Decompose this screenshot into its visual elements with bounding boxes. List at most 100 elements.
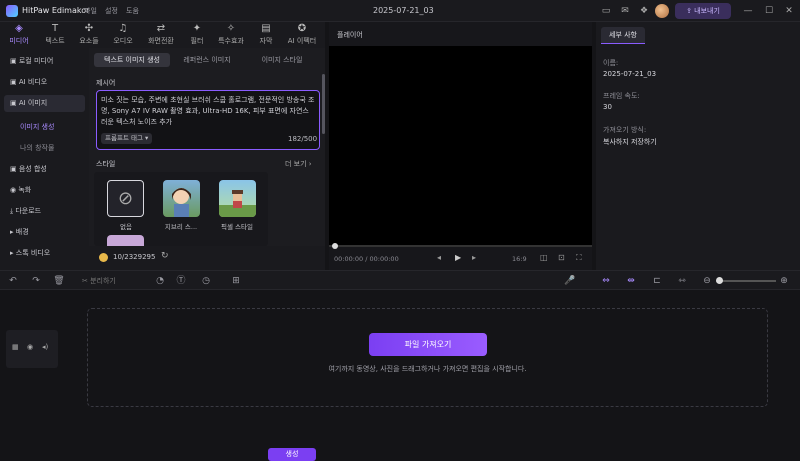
tool-media[interactable]: ◈ 미디어: [4, 22, 34, 48]
generate-button[interactable]: 생성: [268, 448, 316, 461]
split-button[interactable]: ✂ 분리하기: [82, 274, 136, 288]
prompt-tag-dropdown[interactable]: 프롬프트 태그 ▾: [101, 133, 153, 144]
delete-icon[interactable]: 🗑: [52, 274, 66, 288]
filter-icon: ✦: [192, 23, 202, 34]
subtitle-icon: ▤: [261, 23, 271, 34]
refresh-icon[interactable]: ↻: [161, 251, 169, 261]
style-ghibli-label: 지브리 스...: [164, 223, 198, 231]
fps-label: 프레임 속도:: [603, 92, 640, 100]
zoom-in-icon[interactable]: ⊕: [777, 274, 791, 288]
transition-icon: ⇄: [156, 23, 166, 34]
menu-file[interactable]: 파일: [84, 6, 97, 16]
next-frame-icon[interactable]: ▸: [472, 253, 476, 262]
video-canvas[interactable]: [329, 46, 592, 246]
split-label: 분리하기: [90, 277, 116, 285]
prompt-text: 미소 짓는 모습, 주변에 초현실 브러쉬 스쿱 홀로그램, 전문적인 방송국 …: [101, 96, 315, 126]
fullscreen-icon[interactable]: ⛶: [576, 253, 582, 263]
tool-effects[interactable]: ✧ 특수효과: [213, 22, 249, 48]
tool-elements[interactable]: ✣ 요소들: [74, 22, 104, 48]
freeze-icon[interactable]: ◔: [153, 274, 167, 288]
redo-icon[interactable]: ↷: [29, 274, 43, 288]
tool-audio-label: 오디오: [113, 37, 133, 45]
tool-elements-label: 요소들: [79, 37, 99, 45]
microphone-icon[interactable]: 🎤: [563, 274, 577, 288]
maximize-icon[interactable]: ☐: [762, 4, 776, 18]
tool-ai-effector[interactable]: ✪ AI 이펙터: [283, 22, 321, 48]
sidebar-item-local-media[interactable]: ▣ 로컬 미디어: [4, 53, 85, 70]
media-drop-zone[interactable]: [87, 308, 768, 407]
track-visibility-icon[interactable]: ◉: [27, 343, 33, 351]
minimize-icon[interactable]: —: [741, 4, 755, 18]
import-mode-label: 가져오기 방식:: [603, 126, 647, 134]
sidebar-item-ai-image[interactable]: ▣ AI 이미지: [4, 95, 85, 112]
menu-settings[interactable]: 설정: [105, 6, 118, 16]
track-audio-icon[interactable]: ◂): [42, 343, 48, 351]
sidebar-item-background[interactable]: ▸ 배경: [4, 224, 85, 241]
feedback-icon[interactable]: ✉: [618, 4, 632, 18]
tool-text[interactable]: T 텍스트: [40, 22, 70, 48]
tool-subtitle[interactable]: ▤ 자막: [253, 22, 279, 48]
crop-icon[interactable]: ⊡: [558, 253, 565, 262]
tab-image-style[interactable]: 이미지 스타일: [245, 53, 319, 67]
progress-track[interactable]: [329, 245, 592, 247]
sidebar-item-voice[interactable]: ▣ 음성 합성: [4, 161, 85, 178]
fit-icon[interactable]: ⇿: [675, 274, 689, 288]
sidebar-item-record[interactable]: ◉ 녹화: [4, 182, 85, 199]
tab-reference-image[interactable]: 레퍼런스 이미지: [173, 53, 241, 67]
name-value: 2025-07-21_03: [603, 70, 657, 78]
tool-filter-label: 필터: [190, 37, 204, 45]
magnet-icon[interactable]: ⇔: [599, 274, 613, 288]
speed-icon[interactable]: ◷: [199, 274, 213, 288]
more-link[interactable]: 더 보기 ›: [285, 159, 312, 169]
time-display: 00:00:00 / 00:00:00: [334, 255, 399, 263]
zoom-slider[interactable]: [716, 280, 776, 282]
drop-hint: 여기까지 동영상, 사진을 드래그하거나 가져오면 편집을 시작합니다.: [328, 365, 527, 373]
sidebar-item-ai-video[interactable]: ▣ AI 비디오: [4, 74, 85, 91]
sidebar-item-stock-video[interactable]: ▸ 스톡 비디오: [4, 245, 85, 262]
style-next-thumbnail[interactable]: [107, 235, 144, 246]
properties-panel: 세부 사항 이름: 2025-07-21_03 프레임 속도: 30 가져오기 …: [596, 22, 800, 270]
prev-frame-icon[interactable]: ◂: [437, 253, 441, 262]
tool-transition-label: 화면전환: [148, 37, 174, 45]
credit-count: 10/2329295: [113, 253, 156, 261]
play-icon[interactable]: ▶: [455, 253, 461, 262]
tool-audio[interactable]: ♫ 오디오: [108, 22, 138, 48]
zoom-out-icon[interactable]: ⊖: [700, 274, 714, 288]
link-icon[interactable]: ⇹: [624, 274, 638, 288]
panel-scrollbar[interactable]: [322, 74, 325, 134]
prompt-tag-label: 프롬프트 태그: [105, 134, 143, 142]
import-file-button[interactable]: 파일 가져오기: [369, 333, 487, 356]
sidebar-item-label: 녹화: [18, 186, 32, 194]
zoom-slider-handle[interactable]: [716, 277, 723, 284]
tab-details[interactable]: 세부 사항: [601, 27, 645, 43]
menu-help[interactable]: 도움: [126, 6, 139, 16]
sidebar-sub-my-creations[interactable]: 나의 창작물: [20, 143, 54, 153]
close-icon[interactable]: ✕: [782, 4, 796, 18]
style-pixel[interactable]: [219, 180, 256, 217]
tool-filter[interactable]: ✦ 필터: [184, 22, 210, 48]
tool-transition[interactable]: ⇄ 화면전환: [143, 22, 179, 48]
text-tool-icon[interactable]: Ⓣ: [174, 274, 188, 288]
tab-text-to-image[interactable]: 텍스트 이미지 생성: [94, 53, 170, 67]
sidebar-item-label: AI 비디오: [18, 78, 48, 86]
snapshot-icon[interactable]: ◫: [540, 253, 548, 262]
tool-media-label: 미디어: [9, 37, 29, 45]
playhead-handle[interactable]: [332, 243, 338, 249]
export-button[interactable]: ⇪ 내보내기: [675, 3, 731, 19]
sidebar-sub-image-generate[interactable]: 이미지 생성: [20, 122, 54, 132]
track-thumbnail-icon[interactable]: ▦: [12, 343, 19, 351]
aspect-ratio[interactable]: 16:9: [512, 255, 527, 263]
pip-icon[interactable]: ⊏: [650, 274, 664, 288]
media-toolbar: ◈ 미디어 T 텍스트 ✣ 요소들 ♫ 오디오 ⇄ 화면전환 ✦ 필터 ✧ 특수효과 ▤ 자막 …: [0, 22, 325, 48]
style-ghibli[interactable]: [163, 180, 200, 217]
gift-icon[interactable]: ❖: [637, 4, 651, 18]
layout-icon[interactable]: ▭: [599, 4, 613, 18]
title-bar: HitPaw Edimakor 파일 설정 도움 2025-07-21_03 ▭…: [0, 0, 800, 22]
fps-value: 30: [603, 103, 612, 111]
avatar[interactable]: [655, 4, 669, 18]
style-none[interactable]: ⊘: [107, 180, 144, 217]
undo-icon[interactable]: ↶: [6, 274, 20, 288]
add-media-icon[interactable]: ⊞: [229, 274, 243, 288]
effects-icon: ✧: [226, 23, 236, 34]
sidebar-item-download[interactable]: ⤓ 다운로드: [4, 203, 85, 220]
